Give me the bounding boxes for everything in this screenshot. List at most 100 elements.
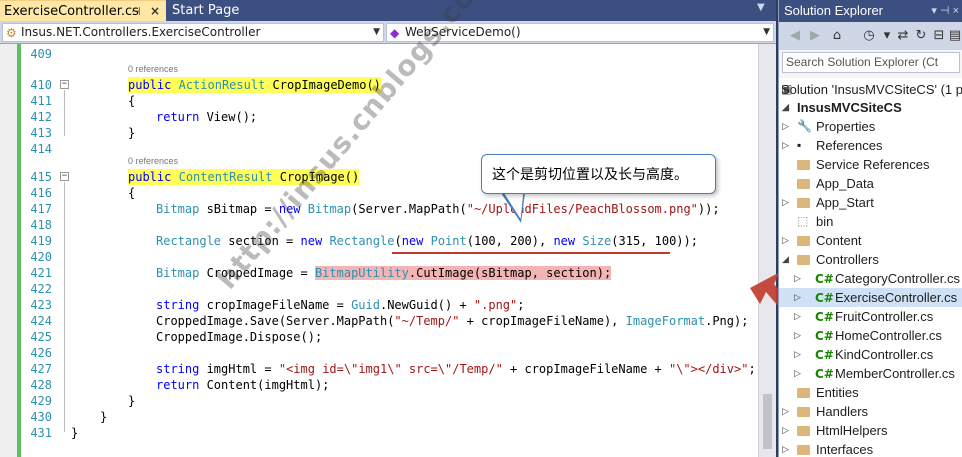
tree-item-controllers[interactable]: ◢ Controllers (779, 250, 962, 269)
collapsed-chevron-icon[interactable]: ▷ (794, 364, 801, 383)
tree-item-bin[interactable]: ⬚ bin (779, 212, 962, 231)
csharp-file-icon: C# (815, 329, 834, 343)
line-number: 430 (30, 410, 52, 424)
tree-item-kind-controller[interactable]: ▷ C# KindController.cs (779, 345, 962, 364)
refresh-icon[interactable]: ↻ (913, 28, 929, 44)
folder-icon (797, 402, 810, 423)
chevron-down-icon: ▼ (763, 27, 770, 37)
tree-item-interfaces[interactable]: ▷ Interfaces (779, 440, 962, 457)
pin-icon[interactable]: ⊣ (131, 1, 141, 22)
code-text: { (128, 186, 136, 200)
tree-item-label: bin (816, 214, 834, 229)
tree-item-label: Entities (816, 385, 859, 400)
tree-item-entities[interactable]: Entities (779, 383, 962, 402)
tree-item-member-controller[interactable]: ▷ C# MemberController.cs (779, 364, 962, 383)
tree-item-label: Solution 'InsusMVCSiteCS' (1 p (781, 82, 962, 97)
sync-icon[interactable]: ⇄ (895, 28, 911, 44)
tree-item-home-controller[interactable]: ▷ C# HomeController.cs (779, 326, 962, 345)
line-number: 427 (30, 362, 52, 376)
method-signature: public ActionResult CropImageDemo() (128, 77, 381, 93)
history-icon[interactable]: ◷ (861, 28, 877, 44)
tab-start-page[interactable]: Start Page (168, 0, 318, 21)
scrollbar-thumb[interactable] (763, 394, 772, 449)
tab-exercise-controller[interactable]: ExerciseController.cs ⊣ × (0, 0, 166, 21)
forward-icon[interactable]: ▶ (807, 28, 823, 44)
expanded-chevron-icon[interactable]: ◢ (782, 98, 789, 117)
method-icon: ◆ (390, 26, 400, 40)
line-number: 429 (30, 394, 52, 408)
collapse-icon[interactable]: − (60, 80, 69, 89)
show-all-files-icon[interactable]: ▤ (947, 28, 962, 44)
tree-item-references[interactable]: ▷ ▪ References (779, 136, 962, 155)
csharp-file-icon: C# (815, 367, 834, 381)
tree-item-handlers[interactable]: ▷ Handlers (779, 402, 962, 421)
home-icon[interactable]: ⌂ (829, 28, 845, 44)
collapsed-chevron-icon[interactable]: ▷ (782, 136, 789, 155)
tree-item-service-references[interactable]: Service References (779, 155, 962, 174)
vertical-scrollbar[interactable] (758, 44, 776, 457)
collapsed-chevron-icon[interactable]: ▷ (782, 421, 789, 440)
collapsed-chevron-icon[interactable]: ▷ (794, 288, 801, 307)
line-number: 422 (30, 282, 52, 296)
collapsed-chevron-icon[interactable]: ▷ (782, 402, 789, 421)
class-icon: ⚙ (6, 26, 17, 40)
solution-explorer-panel: Solution Explorer ▾ ⊣ × ◀ ▶ ⌂ ◷ ▾ ⇄ ↻ ⊟ … (778, 0, 962, 457)
back-icon[interactable]: ◀ (787, 28, 803, 44)
collapsed-chevron-icon[interactable]: ▷ (794, 269, 801, 288)
collapsed-chevron-icon[interactable]: ▷ (794, 345, 801, 364)
tree-item-app-data[interactable]: App_Data (779, 174, 962, 193)
line-number: 417 (30, 202, 52, 216)
close-icon[interactable]: × (150, 1, 160, 22)
close-icon[interactable]: × (953, 5, 959, 17)
tree-item-app-start[interactable]: ▷ App_Start (779, 193, 962, 212)
collapsed-chevron-icon[interactable]: ▷ (782, 193, 789, 212)
tab-label: ExerciseController.cs (4, 4, 139, 19)
tree-item-label: FruitController.cs (835, 309, 934, 324)
line-number: 418 (30, 218, 52, 232)
tree-item-label: App_Start (816, 195, 874, 210)
code-line: 421 Bitmap CroppedImage = BitmapUtility.… (0, 265, 758, 281)
codelens-references[interactable]: 0 references (128, 156, 178, 166)
tree-item-properties[interactable]: ▷ 🔧 Properties (779, 117, 962, 136)
tree-item-exercise-controller[interactable]: ▷ C# ExerciseController.cs (779, 288, 962, 307)
code-line: 417 Bitmap sBitmap = new Bitmap(Server.M… (0, 201, 758, 217)
code-text: { (128, 94, 136, 108)
collapsed-chevron-icon[interactable]: ▷ (782, 117, 789, 136)
tree-item-solution[interactable]: ▣ Solution 'InsusMVCSiteCS' (1 p (779, 80, 962, 99)
code-editor[interactable]: 0 references 0 references 409 410 − publ… (0, 0, 776, 457)
tree-item-html-helpers[interactable]: ▷ HtmlHelpers (779, 421, 962, 440)
panel-window-buttons: ▾ ⊣ × (931, 0, 959, 22)
csharp-file-icon: C# (815, 291, 834, 305)
line-number: 412 (30, 110, 52, 124)
auto-hide-pin-icon[interactable]: ⊣ (940, 5, 950, 17)
code-line: 424 CroppedImage.Save(Server.MapPath("~/… (0, 313, 758, 329)
tree-item-category-controller[interactable]: ▷ C# CategoryController.cs (779, 269, 962, 288)
collapse-all-icon[interactable]: ⊟ (931, 28, 947, 44)
tree-item-project[interactable]: ◢ InsusMVCSiteCS (779, 98, 962, 117)
tab-overflow-dropdown-icon[interactable]: ▼ (757, 2, 765, 13)
class-dropdown[interactable]: ⚙ Insus.NET.Controllers.ExerciseControll… (2, 23, 384, 42)
collapsed-chevron-icon[interactable]: ▷ (782, 440, 789, 457)
tree-item-label: Handlers (816, 404, 869, 419)
editor-tab-bar: ExerciseController.cs ⊣ × Start Page ▼ (0, 0, 776, 21)
solution-explorer-search-input[interactable]: Search Solution Explorer (Ct (782, 52, 960, 73)
tree-item-label: KindController.cs (835, 347, 934, 362)
tree-item-content[interactable]: ▷ Content (779, 231, 962, 250)
collapsed-chevron-icon[interactable]: ▷ (782, 231, 789, 250)
navigation-bar: ⚙ Insus.NET.Controllers.ExerciseControll… (0, 21, 776, 44)
collapsed-chevron-icon[interactable]: ▷ (794, 307, 801, 326)
line-number: 410 (30, 78, 52, 92)
tree-item-fruit-controller[interactable]: ▷ C# FruitController.cs (779, 307, 962, 326)
codelens-references[interactable]: 0 references (128, 64, 178, 74)
code-text: Bitmap sBitmap = new Bitmap(Server.MapPa… (156, 202, 720, 216)
dropdown-arrow-icon[interactable]: ▾ (879, 28, 895, 44)
expanded-chevron-icon[interactable]: ◢ (782, 250, 789, 269)
code-line: 427 string imgHtml = "<img id=\"img1\" s… (0, 361, 758, 377)
code-line: 425 CroppedImage.Dispose(); (0, 329, 758, 345)
line-number: 416 (30, 186, 52, 200)
collapse-icon[interactable]: − (60, 172, 69, 181)
code-line: 431 } (0, 425, 758, 441)
panel-dropdown-icon[interactable]: ▾ (931, 5, 937, 17)
code-text: CroppedImage.Save(Server.MapPath("~/Temp… (156, 314, 749, 328)
collapsed-chevron-icon[interactable]: ▷ (794, 326, 801, 345)
